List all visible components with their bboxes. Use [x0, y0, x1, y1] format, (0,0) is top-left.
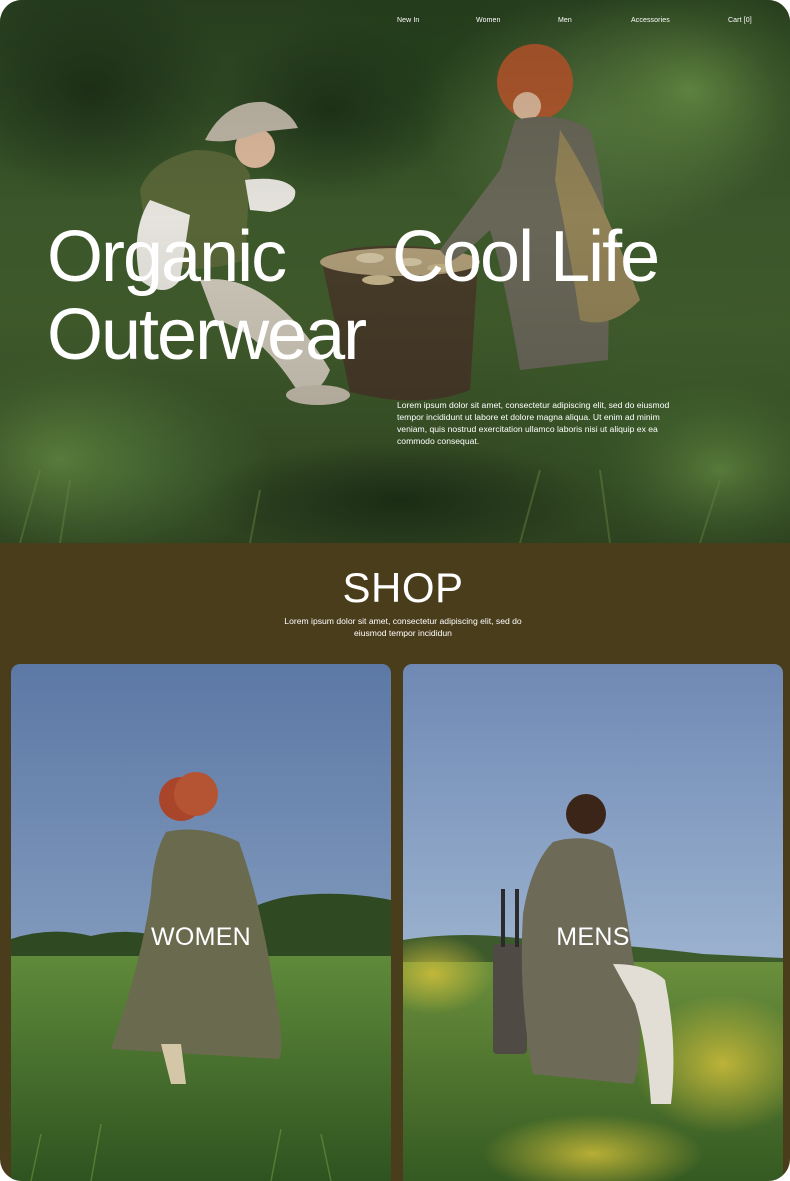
page: New In Women Men Accessories Cart [0] Or…: [0, 0, 790, 1181]
category-card-mens[interactable]: MENS: [403, 664, 783, 1181]
nav-new-in[interactable]: New In: [397, 14, 419, 28]
category-card-women[interactable]: WOMEN: [11, 664, 391, 1181]
hero-title-cool-life: Cool Life: [392, 217, 660, 297]
nav-women[interactable]: Women: [476, 14, 501, 28]
category-label-mens: MENS: [556, 923, 630, 951]
top-nav: New In Women Men Accessories Cart [0]: [0, 14, 790, 28]
nav-accessories[interactable]: Accessories: [631, 14, 670, 28]
hero-section: New In Women Men Accessories Cart [0] Or…: [0, 0, 790, 543]
nav-men[interactable]: Men: [558, 14, 572, 28]
hero-title-outerwear: Outerwear: [47, 295, 367, 375]
shop-description: Lorem ipsum dolor sit amet, consectetur …: [284, 616, 522, 638]
category-label-women: WOMEN: [150, 923, 252, 951]
nav-cart[interactable]: Cart [0]: [728, 14, 752, 28]
shop-title: SHOP: [342, 564, 464, 611]
hero-title-organic: Organic: [47, 217, 287, 297]
hero-description: Lorem ipsum dolor sit amet, consectetur …: [397, 400, 670, 446]
